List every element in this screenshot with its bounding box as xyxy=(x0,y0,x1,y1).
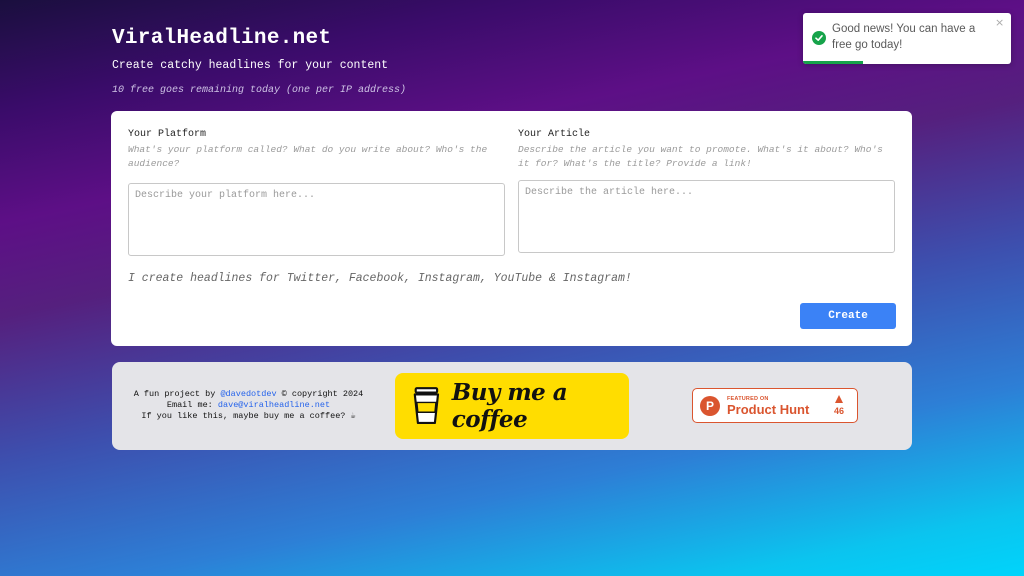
footer-credits: A fun project by @davedotdev © copyright… xyxy=(112,389,385,422)
email-line: Email me: dave@viralheadline.net xyxy=(112,400,385,411)
tagline: Create catchy headlines for your content xyxy=(112,59,389,72)
product-hunt-logo-icon: P xyxy=(700,396,720,416)
headline-form-card: Your Platform What's your platform calle… xyxy=(111,111,912,346)
check-circle-icon xyxy=(812,31,826,45)
platform-description: What's your platform called? What do you… xyxy=(128,144,488,169)
upvote-arrow-icon xyxy=(835,395,843,403)
create-button[interactable]: Create xyxy=(800,303,896,329)
article-textarea[interactable] xyxy=(518,180,895,253)
product-hunt-name: Product Hunt xyxy=(727,402,810,417)
site-title: ViralHeadline.net xyxy=(112,27,332,50)
platform-label: Your Platform xyxy=(128,129,207,140)
header: ViralHeadline.net Create catchy headline… xyxy=(112,26,406,98)
buy-me-a-coffee-button[interactable]: Buy me a coffee xyxy=(395,373,629,439)
credits-prefix: A fun project by xyxy=(133,389,221,399)
email-link[interactable]: dave@viralheadline.net xyxy=(218,400,330,410)
coffee-prompt: If you like this, maybe buy me a coffee?… xyxy=(141,411,356,421)
platform-section: Your Platform What's your platform calle… xyxy=(128,128,505,256)
remaining-goes-notice: 10 free goes remaining today (one per IP… xyxy=(112,85,407,96)
email-prefix: Email me: xyxy=(166,400,218,410)
buy-me-a-coffee-label: Buy me a coffee xyxy=(451,379,568,433)
toast-progress-bar xyxy=(803,61,864,64)
credits-line: A fun project by @davedotdev © copyright… xyxy=(112,389,385,400)
copyright-text: © copyright 2024 xyxy=(276,389,364,399)
author-link[interactable]: @davedotdev xyxy=(220,389,276,399)
footer: A fun project by @davedotdev © copyright… xyxy=(112,362,912,450)
article-section: Your Article Describe the article you wa… xyxy=(518,128,895,253)
upvote-count: 46 xyxy=(833,406,844,416)
supported-platforms-note: I create headlines for Twitter, Facebook… xyxy=(128,272,632,285)
success-toast: Good news! You can have a free go today!… xyxy=(803,13,1011,64)
product-hunt-badge[interactable]: P FEATURED ON Product Hunt 46 xyxy=(692,388,858,423)
article-description: Describe the article you want to promote… xyxy=(518,144,883,169)
coffee-cup-icon xyxy=(413,387,440,425)
close-icon[interactable]: × xyxy=(995,16,1004,29)
toast-message: Good news! You can have a free go today! xyxy=(832,23,976,51)
platform-textarea[interactable] xyxy=(128,183,505,256)
article-label: Your Article xyxy=(518,129,591,140)
